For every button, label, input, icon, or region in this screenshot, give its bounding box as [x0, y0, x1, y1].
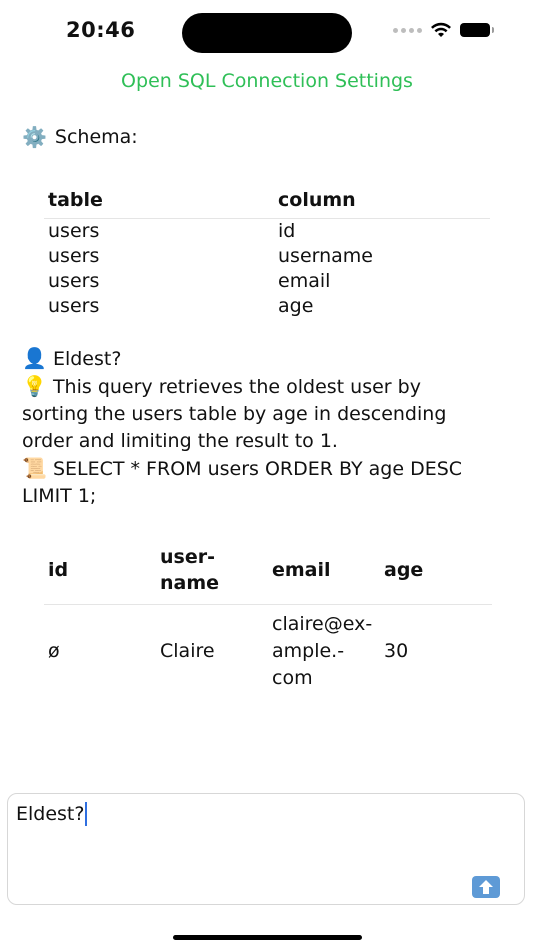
lightbulb-icon: 💡	[22, 374, 47, 398]
schema-header-column: column	[274, 187, 490, 219]
result-cell-username: Claire	[160, 640, 215, 662]
sql-query-text: SELECT * FROM users ORDER BY age DESC LI…	[22, 458, 463, 507]
result-header-age: age	[380, 544, 492, 605]
query-explanation: 💡 This query retrieves the oldest user b…	[22, 373, 492, 455]
question-input-value: Eldest?	[16, 803, 85, 825]
table-row: users age	[44, 294, 490, 319]
result-header-id: id	[44, 544, 156, 605]
table-row: ø Claire claire@ex­ample.­com 30	[44, 605, 492, 693]
schema-header: ⚙️ Schema:	[22, 124, 492, 151]
table-cell: users	[48, 270, 100, 292]
gear-icon: ⚙️	[22, 125, 47, 149]
cellular-signal-icon	[393, 27, 422, 33]
result-cell-age: 30	[384, 640, 409, 662]
sql-query: 📜 SELECT * FROM users ORDER BY age DESC …	[22, 455, 492, 510]
status-bar: 20:46	[0, 0, 534, 60]
conversation-content: ⚙️ Schema: table column users id users u…	[22, 124, 492, 692]
table-cell: age	[278, 295, 314, 317]
user-question-text: Eldest?	[52, 348, 122, 370]
table-row: users username	[44, 244, 490, 269]
table-row: users email	[44, 269, 490, 294]
home-indicator[interactable]	[173, 935, 362, 940]
open-sql-settings-link[interactable]: Open SQL Connection Settings	[0, 70, 534, 92]
schema-table: table column users id users username use…	[44, 187, 490, 319]
status-icons	[393, 22, 494, 38]
battery-icon	[460, 23, 494, 37]
query-explanation-text: This query retrieves the oldest user by …	[22, 376, 447, 452]
table-cell: users	[48, 220, 100, 242]
result-header-email: email	[268, 544, 380, 605]
table-cell: username	[278, 245, 373, 267]
send-button[interactable]	[472, 876, 500, 898]
table-row: users id	[44, 219, 490, 245]
scroll-icon: 📜	[22, 456, 47, 480]
schema-label: Schema:	[54, 126, 138, 148]
table-cell: users	[48, 245, 100, 267]
result-table-header-row: id user-name email age	[44, 544, 492, 605]
text-caret	[85, 802, 88, 826]
dynamic-island	[182, 13, 352, 53]
result-cell-email: claire@ex­ample.­com	[272, 613, 373, 689]
result-header-username: user-name	[156, 544, 268, 605]
result-cell-id: ø	[48, 640, 60, 662]
schema-table-header-row: table column	[44, 187, 490, 219]
table-cell: email	[278, 270, 331, 292]
table-cell: id	[278, 220, 296, 242]
table-cell: users	[48, 295, 100, 317]
schema-header-table: table	[44, 187, 274, 219]
question-input[interactable]: Eldest?	[7, 793, 525, 905]
result-table: id user-name email age ø Claire claire@e…	[44, 544, 492, 692]
question-input-field[interactable]: Eldest?	[16, 802, 88, 826]
chat-exchange: 👤 Eldest? 💡 This query retrieves the old…	[22, 345, 492, 510]
status-time: 20:46	[66, 18, 136, 42]
user-question: 👤 Eldest?	[22, 345, 492, 373]
user-icon: 👤	[22, 346, 47, 370]
wifi-icon	[431, 22, 451, 37]
arrow-up-icon	[479, 880, 493, 894]
